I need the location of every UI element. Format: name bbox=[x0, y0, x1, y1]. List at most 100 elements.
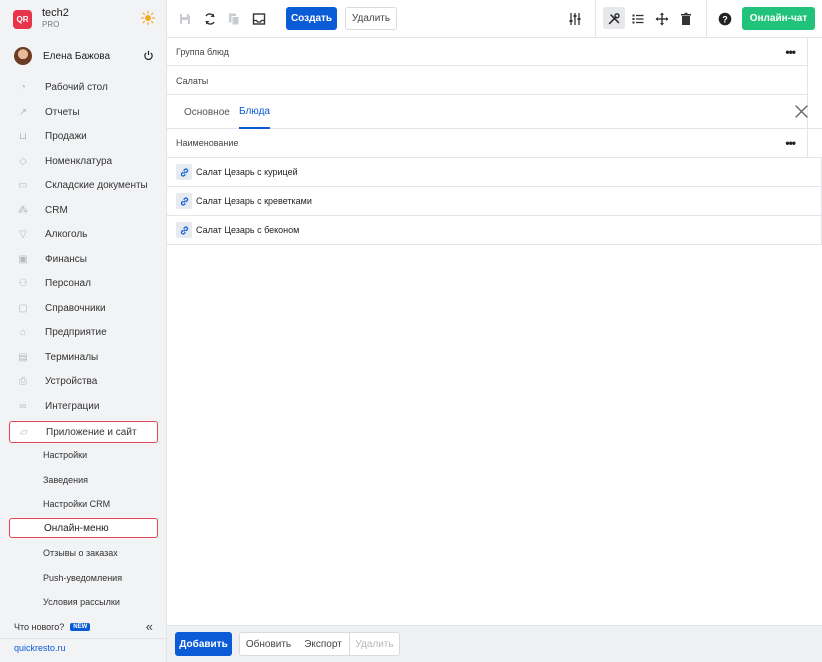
table-row[interactable]: Салат Цезарь с креветками bbox=[167, 187, 822, 216]
sidebar-item-enterprise[interactable]: ⌂ Предприятие bbox=[0, 321, 167, 343]
dashboard-icon: ◔ bbox=[19, 81, 27, 93]
wallet-icon: ▣ bbox=[18, 253, 28, 265]
basket-icon: ⊔ bbox=[19, 130, 27, 142]
tab-main[interactable]: Основное bbox=[184, 95, 230, 129]
table-header: Наименование ••• bbox=[167, 129, 807, 158]
sidebar-item-staff[interactable]: ⚇ Персонал bbox=[0, 272, 167, 294]
sidebar-item-references[interactable]: ▢ Справочники bbox=[0, 297, 167, 319]
top-toolbar: Создать Удалить ? Онлайн-чат bbox=[167, 0, 822, 38]
dish-name: Салат Цезарь с курицей bbox=[196, 167, 298, 177]
group-label-row: Группа блюд ••• bbox=[167, 38, 807, 66]
table-row[interactable]: Салат Цезарь с курицей bbox=[167, 158, 822, 187]
sidebar-item-label: Рабочий стол bbox=[45, 81, 108, 93]
sidebar-item-label: Устройства bbox=[45, 375, 98, 387]
sidebar-item-reports[interactable]: ↗ Отчеты bbox=[0, 101, 167, 123]
sidebar-item-terminals[interactable]: ▤ Терминалы bbox=[0, 346, 167, 368]
subitem-push-notifications[interactable]: Push-уведомления bbox=[0, 568, 167, 588]
tools-icon[interactable] bbox=[605, 10, 623, 28]
create-button[interactable]: Создать bbox=[286, 7, 337, 30]
sidebar-item-integrations[interactable]: ∞ Интеграции bbox=[0, 395, 167, 417]
close-icon[interactable] bbox=[795, 105, 808, 118]
sidebar-item-label: Справочники bbox=[45, 302, 106, 314]
chart-icon: ↗ bbox=[18, 106, 28, 118]
sidebar-item-label: Продажи bbox=[45, 130, 87, 142]
link-chain-icon[interactable] bbox=[176, 164, 192, 180]
link-chain-icon[interactable] bbox=[176, 193, 192, 209]
header-strip bbox=[807, 129, 822, 158]
subitem-order-reviews[interactable]: Отзывы о заказах bbox=[0, 543, 167, 563]
add-button[interactable]: Добавить bbox=[175, 632, 232, 656]
subitem-venues[interactable]: Заведения bbox=[0, 470, 167, 490]
group-label: Группа блюд bbox=[176, 46, 229, 57]
delete-button[interactable]: Удалить bbox=[345, 7, 397, 30]
brand[interactable]: QR tech2 PRO bbox=[0, 0, 167, 38]
sidebar-item-label: Номенклатура bbox=[45, 155, 113, 167]
people-icon: ⁂ bbox=[18, 204, 28, 216]
sidebar-item-nomenclature[interactable]: ◇ Номенклатура bbox=[0, 150, 167, 172]
new-badge: NEW bbox=[70, 623, 91, 631]
sidebar-item-label: CRM bbox=[45, 204, 68, 216]
sidebar-item-dashboard[interactable]: ◔ Рабочий стол bbox=[0, 76, 167, 98]
subitem-settings[interactable]: Настройки bbox=[0, 445, 167, 465]
user-profile[interactable]: Елена Бажова bbox=[0, 44, 167, 68]
export-button[interactable]: Экспорт bbox=[297, 632, 350, 656]
account-plan: PRO bbox=[42, 20, 60, 29]
store-icon: ⌂ bbox=[19, 326, 27, 338]
group-value-row[interactable]: Салаты bbox=[167, 67, 807, 95]
more-options-icon[interactable]: ••• bbox=[785, 45, 796, 59]
column-header-name[interactable]: Наименование bbox=[176, 138, 238, 148]
subitem-online-menu[interactable]: Онлайн-меню bbox=[9, 518, 158, 538]
table-row[interactable]: Салат Цезарь с беконом bbox=[167, 216, 822, 245]
link-chain-icon[interactable] bbox=[176, 222, 192, 238]
theme-sun-icon[interactable] bbox=[141, 11, 155, 25]
sidebar-item-label: Персонал bbox=[45, 277, 91, 289]
trash-icon[interactable] bbox=[677, 10, 695, 28]
sidebar-item-finance[interactable]: ▣ Финансы bbox=[0, 248, 167, 270]
online-chat-button[interactable]: Онлайн-чат bbox=[742, 7, 815, 30]
sidebar-item-label: Алкоголь bbox=[45, 228, 88, 240]
glass-icon: ▽ bbox=[19, 228, 27, 240]
sidebar-item-label: Складские документы bbox=[45, 179, 148, 191]
staff-icon: ⚇ bbox=[18, 277, 28, 289]
site-link[interactable]: quickresto.ru bbox=[14, 643, 66, 653]
move-icon[interactable] bbox=[653, 10, 671, 28]
app-icon: ▱ bbox=[20, 426, 28, 438]
subitem-crm-settings[interactable]: Настройки CRM bbox=[0, 494, 167, 514]
sidebar-item-label: Терминалы bbox=[45, 351, 99, 363]
sidebar: QR tech2 PRO Елена Бажова ◔ Рабочий стол… bbox=[0, 0, 167, 662]
help-icon[interactable]: ? bbox=[716, 10, 734, 28]
sidebar-item-sales[interactable]: ⊔ Продажи bbox=[0, 125, 167, 147]
refresh-icon[interactable] bbox=[201, 10, 219, 28]
whats-new-label: Что нового? bbox=[14, 622, 65, 632]
save-icon[interactable] bbox=[176, 10, 194, 28]
bottom-delete-button[interactable]: Удалить bbox=[349, 632, 400, 656]
sidebar-item-label: Отчеты bbox=[45, 106, 80, 118]
sidebar-item-devices[interactable]: ⎙ Устройства bbox=[0, 370, 167, 392]
collapse-sidebar-icon[interactable]: « bbox=[146, 619, 153, 634]
printer-icon: ⎙ bbox=[19, 375, 27, 387]
whats-new-link[interactable]: Что нового? NEW bbox=[14, 620, 154, 634]
list-icon[interactable] bbox=[629, 10, 647, 28]
dish-name: Салат Цезарь с креветками bbox=[196, 196, 312, 206]
svg-text:?: ? bbox=[722, 14, 728, 24]
sidebar-item-crm[interactable]: ⁂ CRM bbox=[0, 199, 167, 221]
inbox-icon[interactable] bbox=[250, 10, 268, 28]
logout-power-icon[interactable] bbox=[143, 50, 154, 61]
subitem-mailing-conditions[interactable]: Условия рассылки bbox=[0, 592, 167, 612]
toolbar-separator bbox=[595, 0, 596, 38]
tab-dishes[interactable]: Блюда bbox=[239, 95, 270, 129]
column-options-icon[interactable]: ••• bbox=[785, 136, 796, 150]
dish-name: Салат Цезарь с беконом bbox=[196, 225, 300, 235]
logo: QR bbox=[13, 9, 32, 29]
sidebar-item-app-and-site[interactable]: ▱ Приложение и сайт bbox=[9, 421, 158, 443]
filter-sliders-icon[interactable] bbox=[566, 10, 584, 28]
link-icon: ∞ bbox=[19, 400, 27, 412]
sidebar-item-alcohol[interactable]: ▽ Алкоголь bbox=[0, 223, 167, 245]
refresh-button[interactable]: Обновить bbox=[239, 632, 298, 656]
bottom-action-bar: Добавить Обновить Экспорт Удалить bbox=[167, 625, 822, 662]
tabs-bar: Основное Блюда bbox=[167, 95, 822, 129]
copy-icon[interactable] bbox=[225, 10, 243, 28]
sidebar-item-label: Финансы bbox=[45, 253, 87, 265]
sidebar-item-warehouse[interactable]: ▭ Складские документы bbox=[0, 174, 167, 196]
book-icon: ▢ bbox=[18, 302, 28, 314]
